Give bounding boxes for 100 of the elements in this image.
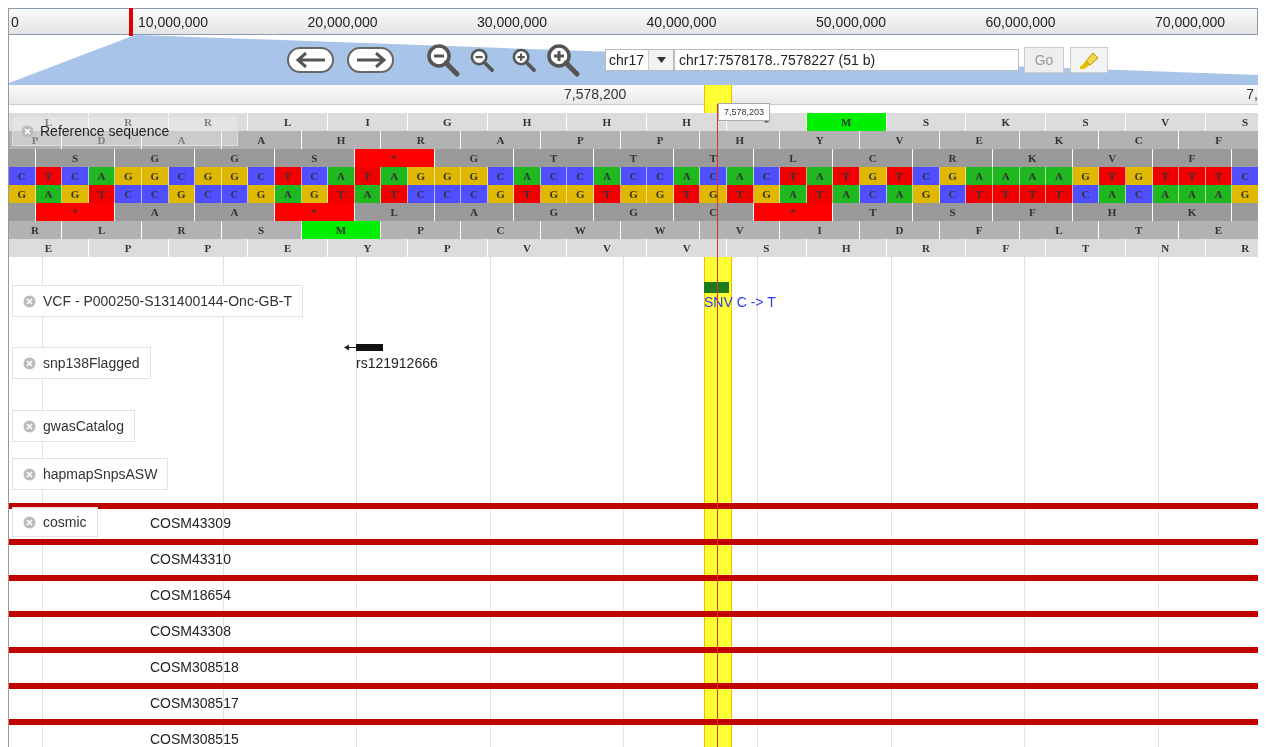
amino-acid-cell: R — [168, 113, 249, 131]
overview-tick-label: 40,000,000 — [645, 13, 718, 30]
base-cell: A — [35, 185, 63, 203]
mutation-feature[interactable] — [9, 503, 1258, 509]
track-label[interactable]: gwasCatalog — [12, 410, 135, 442]
snp-feature[interactable] — [344, 343, 384, 352]
base-cell: T — [1046, 185, 1073, 203]
amino-acid-cell: H — [567, 113, 648, 131]
amino-acid-cell: G — [195, 149, 275, 167]
base-cell: A — [1099, 185, 1126, 203]
overview-position-marker[interactable] — [129, 8, 133, 36]
close-icon[interactable] — [23, 515, 36, 529]
feature-label: COSM308515 — [150, 731, 239, 747]
base-cell: T — [780, 167, 807, 185]
track-label[interactable]: cosmic — [12, 507, 98, 537]
amino-acid-cell: S — [886, 113, 967, 131]
ruler-label: 7, — [1246, 86, 1258, 102]
base-cell: G — [141, 167, 169, 185]
track-name: gwasCatalog — [43, 418, 124, 434]
base-cell: G — [913, 185, 940, 203]
base-cell: C — [913, 167, 940, 185]
track-label[interactable]: hapmapSnpsASW — [12, 458, 169, 490]
chromosome-select[interactable]: chr17 — [605, 48, 675, 71]
amino-acid-cell: * — [35, 203, 116, 221]
caret-icon — [656, 56, 666, 63]
overview-bar[interactable]: 0 10,000,000 20,000,000 30,000,000 40,000,000 50,000,000 60,000,000 70,000,000 — [9, 8, 1258, 35]
base-cell: A — [1179, 185, 1206, 203]
base-cell: C — [62, 167, 89, 185]
track-label[interactable]: VCF - P000250-S131400144-Onc-GB-T — [12, 285, 303, 317]
close-icon[interactable] — [23, 356, 36, 370]
amino-acid-cell: S — [1205, 113, 1258, 131]
amino-acid-cell: M — [806, 113, 887, 131]
amino-acid-cell: R — [886, 239, 967, 257]
base-cell: G — [195, 167, 222, 185]
base-cell: C — [434, 185, 462, 203]
base-cell: T — [274, 167, 302, 185]
base-cell: G — [567, 185, 595, 203]
location-field[interactable]: chr17:7578178..7578227 (51 b) — [674, 48, 1020, 71]
base-cell: C — [248, 167, 275, 185]
amino-acid-cell: Y — [780, 131, 860, 149]
zoom-out-icon — [469, 46, 495, 73]
close-icon[interactable] — [21, 124, 34, 138]
highlight-button[interactable] — [1070, 46, 1109, 73]
close-icon[interactable] — [23, 467, 36, 481]
base-cell: G — [700, 185, 728, 203]
amino-acid-cell: L — [354, 203, 435, 221]
amino-acid-cell: W — [620, 221, 701, 239]
base-cell: A — [833, 185, 860, 203]
amino-acid-cell: A — [195, 203, 275, 221]
amino-acid-cell: A — [461, 131, 541, 149]
base-cell: G — [248, 185, 275, 203]
overview-tick-label: 70,000,000 — [1154, 13, 1227, 30]
close-icon[interactable] — [23, 419, 36, 433]
zoom-in-icon — [545, 41, 581, 78]
amino-acid-cell: T — [673, 149, 754, 167]
base-cell: C — [1125, 185, 1153, 203]
amino-acid-cell: N — [1125, 239, 1206, 257]
amino-acid-cell: T — [833, 203, 914, 221]
variant-feature[interactable] — [704, 282, 729, 293]
amino-acid-cell: D — [860, 221, 940, 239]
amino-acid-cell: * — [274, 203, 355, 221]
base-cell: T — [381, 185, 408, 203]
amino-acid-cell: G — [514, 203, 595, 221]
base-cell: G — [1232, 185, 1258, 203]
base-cell: C — [115, 185, 142, 203]
base-cell: A — [727, 167, 754, 185]
amino-acid-cell: V — [487, 239, 568, 257]
zoom-in-more-button[interactable] — [545, 41, 581, 78]
amino-acid-cell: C — [673, 203, 754, 221]
right-arrow-icon — [354, 51, 387, 68]
base-cell: C — [168, 167, 196, 185]
track-name: VCF - P000250-S131400144-Onc-GB-T — [43, 293, 292, 309]
base-cell: C — [1072, 185, 1100, 203]
amino-acid-cell: K — [966, 113, 1047, 131]
amino-acid-cell: P — [407, 239, 488, 257]
amino-acid-cell: I — [328, 113, 408, 131]
base-cell: T — [594, 185, 621, 203]
track-label[interactable]: snp138Flagged — [12, 347, 151, 379]
amino-acid-cell: E — [248, 239, 329, 257]
amino-acid-cell: S — [1046, 113, 1126, 131]
amino-acid-cell: V — [860, 131, 940, 149]
base-cell: T — [35, 167, 63, 185]
overview-tick-label: 0 — [10, 13, 20, 30]
close-icon[interactable] — [23, 294, 36, 308]
base-cell: C — [221, 185, 249, 203]
amino-acid-cell: I — [780, 221, 860, 239]
base-cell: G — [301, 185, 329, 203]
base-cell: G — [487, 185, 515, 203]
zoom-in-button[interactable] — [511, 46, 537, 73]
base-cell: C — [461, 185, 488, 203]
zoom-out-button[interactable] — [469, 46, 495, 73]
base-cell: A — [274, 185, 302, 203]
amino-acid-cell: T — [1099, 221, 1180, 239]
amino-acid-cell: H — [487, 113, 568, 131]
amino-acid-cell: K — [992, 149, 1073, 167]
base-cell: C — [141, 185, 169, 203]
track-name: snp138Flagged — [43, 355, 140, 371]
zoom-out-more-button[interactable] — [425, 41, 461, 78]
base-cell: A — [1046, 167, 1073, 185]
base-cell: A — [886, 185, 914, 203]
